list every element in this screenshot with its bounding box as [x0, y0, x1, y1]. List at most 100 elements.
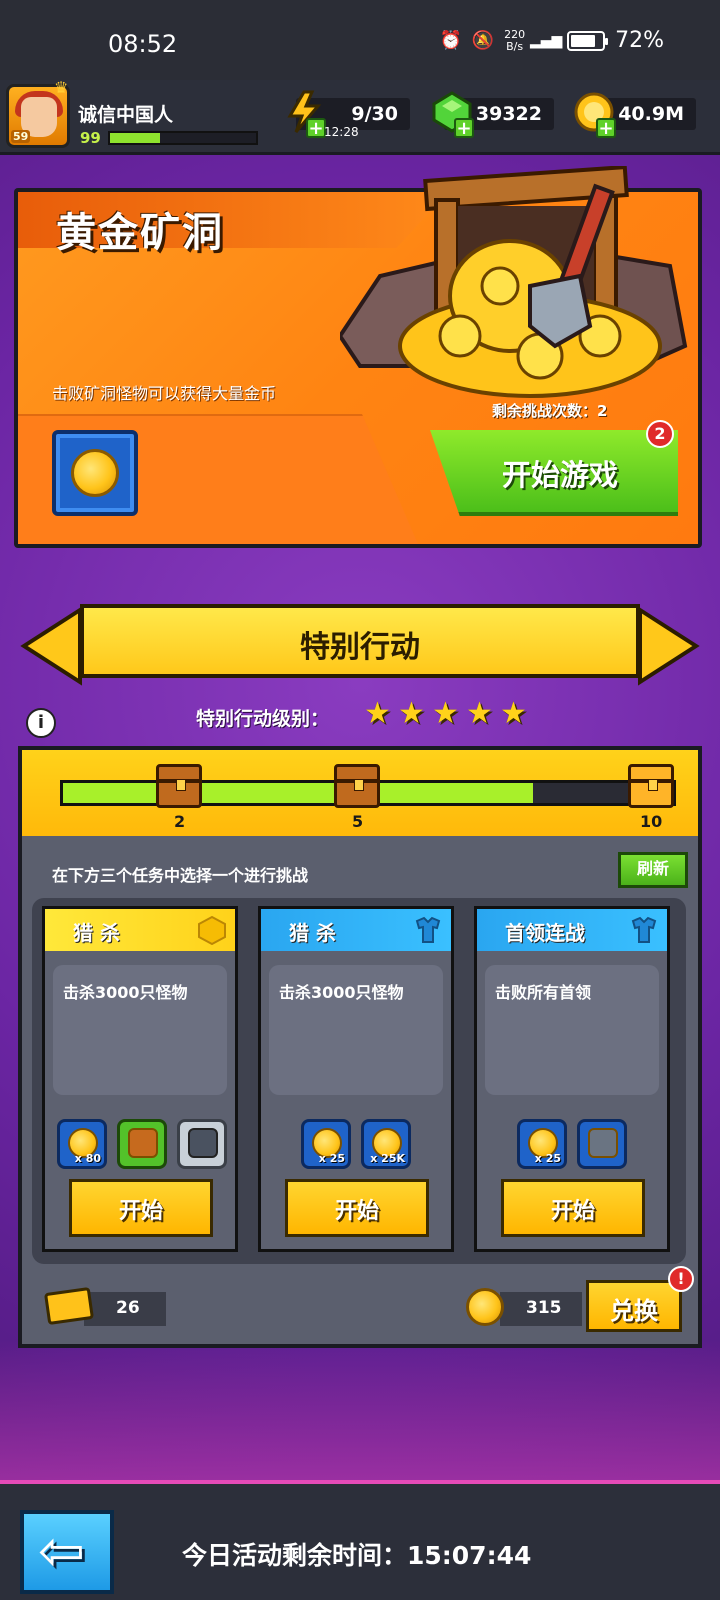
reward-armor[interactable] — [117, 1119, 167, 1169]
shirt-icon — [415, 916, 441, 943]
milestone-label: 5 — [352, 812, 364, 831]
special-action-title: 特别行动 — [300, 630, 420, 665]
reward-qty: x 25 — [534, 1152, 561, 1165]
reward-qty: x 80 — [74, 1152, 101, 1165]
star-icon: ★ — [500, 696, 527, 731]
add-energy-button[interactable]: + — [306, 118, 326, 138]
task-title: 猎 杀 — [289, 921, 336, 945]
gold-reward-tile[interactable] — [52, 430, 138, 516]
special-action-level-label: 特别行动级别： — [196, 708, 330, 730]
net-speed: 220 B/s — [504, 28, 525, 53]
back-arrow-icon: ⇦ — [38, 1519, 85, 1584]
ticket-counter: 26 — [84, 1292, 166, 1326]
info-button[interactable]: i — [26, 708, 56, 738]
status-icons: ⏰ 🔕 220 B/s ▂▄▆ 72% — [440, 28, 664, 53]
milestone-label: 10 — [640, 812, 663, 831]
chest-icon[interactable] — [628, 764, 674, 808]
task-card: 首领连战 击败所有首领 x 25 开始 — [474, 906, 670, 1252]
task-card: 猎 杀 击杀3000只怪物 x 80 开始 — [42, 906, 238, 1252]
exchange-button[interactable]: 兑换 — [586, 1280, 682, 1332]
task-instruction: 在下方三个任务中选择一个进行挑战 — [52, 866, 309, 885]
alarm-icon: ⏰ — [439, 30, 463, 51]
event-remaining-time: 今日活动剩余时间：15:07:44 — [182, 1541, 532, 1570]
milestone-label: 2 — [174, 812, 186, 831]
task-description: 击败所有首领 — [495, 983, 592, 1002]
back-button[interactable]: ⇦ — [20, 1510, 114, 1594]
ticket-value: 26 — [116, 1298, 140, 1318]
task-description: 击杀3000只怪物 — [279, 983, 404, 1002]
gold-counter[interactable]: + 40.9M — [574, 92, 696, 138]
exp-bar — [108, 131, 258, 145]
task-card: 猎 杀 击杀3000只怪物 x 25 x 25K 开始 — [258, 906, 454, 1252]
energy-value: 9/30 — [351, 103, 398, 125]
start-task-label: 开始 — [334, 1199, 379, 1224]
coin-counter: 315 — [500, 1292, 582, 1326]
shirt-icon — [631, 916, 657, 943]
star-icon: ★ — [466, 696, 493, 731]
reward-box[interactable]: x 25 — [517, 1119, 567, 1169]
reward-gear[interactable] — [177, 1119, 227, 1169]
start-task-label: 开始 — [550, 1199, 595, 1224]
progress-section: 2 5 10 — [22, 750, 698, 836]
add-gem-button[interactable]: + — [454, 118, 474, 138]
reward-qty: x 25 — [318, 1152, 345, 1165]
player-level: 99 — [80, 129, 101, 147]
energy-timer: 12:28 — [324, 125, 359, 139]
status-time: 08:52 — [108, 30, 178, 58]
gold-mine-title: 黄金矿洞 — [56, 210, 224, 256]
start-task-button[interactable]: 开始 — [69, 1179, 213, 1237]
task-header: 猎 杀 — [261, 909, 451, 951]
gold-mine-description: 击败矿洞怪物可以获得大量金币 — [52, 384, 277, 403]
task-description: 击杀3000只怪物 — [63, 983, 188, 1002]
reward-qty: x 25K — [370, 1152, 405, 1165]
star-icon: ★ — [364, 696, 391, 731]
gold-mine-illustration — [340, 166, 688, 398]
level-stars: ★ ★ ★ ★ ★ — [364, 699, 530, 729]
bottom-bar: ⇦ 今日活动剩余时间：15:07:44 — [0, 1480, 720, 1600]
reward-coin[interactable]: x 25 — [301, 1119, 351, 1169]
task-header: 猎 杀 — [45, 909, 235, 951]
gem-value: 39322 — [475, 103, 542, 125]
progress-fill — [63, 783, 533, 803]
battery-icon — [567, 30, 609, 51]
signal-icon: ▂▄▆ — [529, 32, 563, 49]
alert-badge: ! — [668, 1266, 694, 1292]
start-task-button[interactable]: 开始 — [285, 1179, 429, 1237]
crown-icon: ♛ — [54, 78, 69, 97]
star-icon: ★ — [432, 696, 459, 731]
reward-vest[interactable] — [577, 1119, 627, 1169]
battery-percent: 72% — [615, 28, 664, 53]
start-game-button[interactable]: 开始游戏 — [430, 430, 678, 516]
box-icon — [198, 915, 226, 945]
start-game-label: 开始游戏 — [502, 458, 619, 492]
gold-value: 40.9M — [618, 103, 684, 125]
special-action-banner: 特别行动 — [80, 604, 640, 678]
gem-counter[interactable]: + 39322 — [432, 91, 554, 138]
status-bar: 08:52 ⏰ 🔕 220 B/s ▂▄▆ 72% — [0, 0, 720, 80]
net-speed-unit: B/s — [506, 39, 524, 53]
reward-coin[interactable]: x 25K — [361, 1119, 411, 1169]
refresh-button[interactable]: 刷新 — [618, 852, 688, 888]
add-gold-button[interactable]: + — [596, 118, 616, 138]
coin-value: 315 — [526, 1298, 562, 1318]
mute-icon: 🔕 — [471, 30, 495, 51]
vest-icon — [588, 1128, 618, 1158]
reward-coin[interactable]: x 80 — [57, 1119, 107, 1169]
task-title: 猎 杀 — [73, 921, 120, 945]
avatar-level-badge: 59 — [11, 130, 31, 143]
task-title: 首领连战 — [505, 921, 585, 945]
resource-bar: 59 ♛ 诚信中国人 99 + 9/30 + 39322 + 40.9M — [0, 78, 720, 155]
start-task-label: 开始 — [118, 1199, 163, 1224]
ticket-icon — [43, 1286, 95, 1326]
star-icon: ★ — [398, 696, 425, 731]
gold-coin-icon — [71, 449, 119, 497]
exchange-label: 兑换 — [610, 1297, 658, 1325]
gold-coin-icon — [466, 1288, 504, 1326]
chest-icon[interactable] — [156, 764, 202, 808]
armor-icon — [128, 1128, 158, 1158]
gear-icon — [188, 1128, 218, 1158]
attempts-badge: 2 — [646, 420, 674, 448]
chest-icon[interactable] — [334, 764, 380, 808]
start-task-button[interactable]: 开始 — [501, 1179, 645, 1237]
task-header: 首领连战 — [477, 909, 667, 951]
